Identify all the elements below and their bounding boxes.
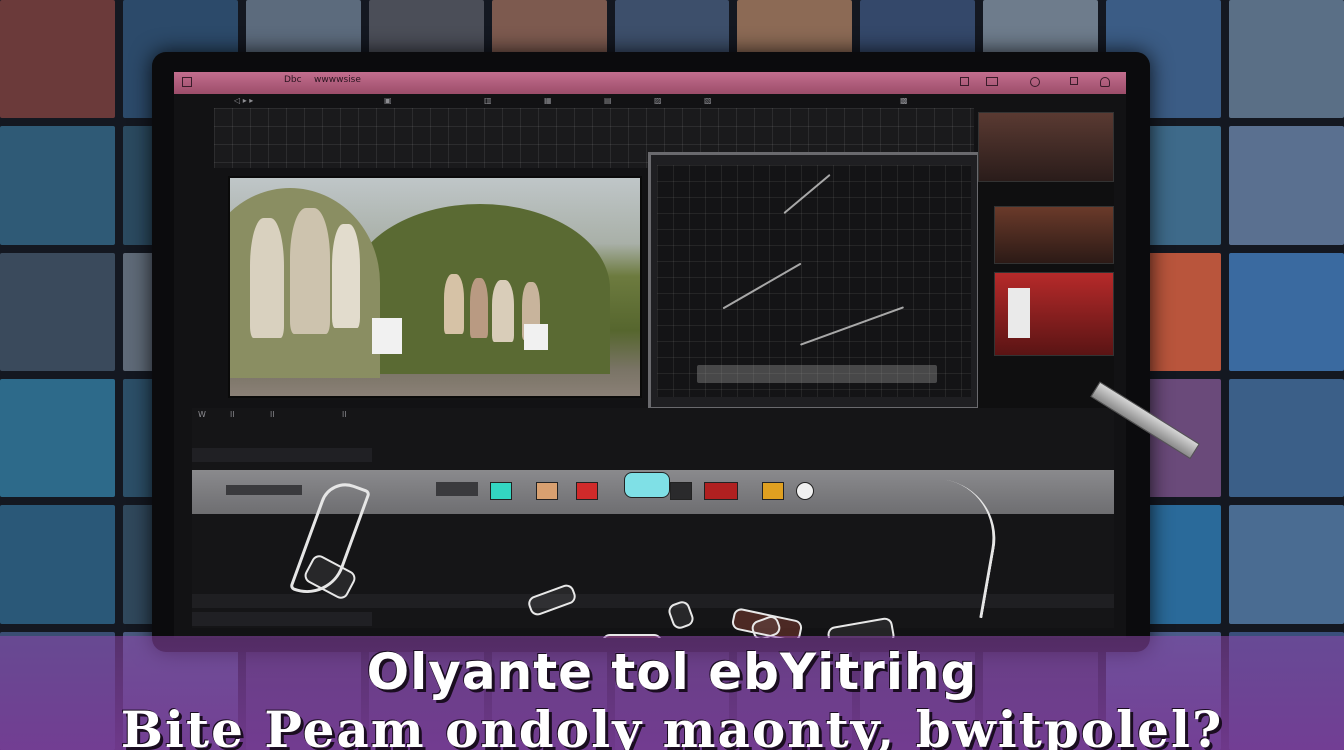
floating-preview-panel[interactable] xyxy=(648,152,980,410)
effect-icon[interactable]: ▧ xyxy=(704,96,712,105)
crop-icon[interactable]: ▦ xyxy=(544,96,552,105)
secondary-toolbar: ◁ ▸ ▸ ▣ ▥ ▦ ▤ ▨ ▧ ▩ xyxy=(174,94,1126,108)
tool-icon[interactable]: ▥ xyxy=(484,96,492,105)
menu-item-edit[interactable]: wwwwsise xyxy=(314,75,361,85)
floating-clip xyxy=(826,616,896,638)
motion-streak xyxy=(722,262,802,310)
floating-clip xyxy=(526,582,578,618)
text-icon[interactable]: ll xyxy=(230,410,234,419)
menu-item-file[interactable]: Dbc xyxy=(284,75,302,85)
figure xyxy=(470,278,488,338)
figure xyxy=(492,280,514,342)
media-bin xyxy=(978,112,1114,412)
figure xyxy=(290,208,330,334)
clip-block[interactable] xyxy=(436,482,478,496)
user-icon[interactable] xyxy=(1100,77,1110,87)
motion-streak xyxy=(799,306,905,346)
preview-grid xyxy=(657,165,971,397)
window-icon[interactable] xyxy=(960,77,969,86)
export-icon[interactable]: ▩ xyxy=(900,96,908,105)
wall-tile xyxy=(0,252,115,371)
clip-thumbnail[interactable] xyxy=(762,482,784,500)
motion-streak xyxy=(783,173,831,215)
title-bar: Dbc wwwwsise xyxy=(174,72,1126,94)
wheel-icon[interactable] xyxy=(1030,77,1040,87)
figure xyxy=(250,218,284,338)
marker-icon[interactable]: ▣ xyxy=(384,96,392,105)
app-icon[interactable] xyxy=(182,77,192,87)
sign-board xyxy=(524,324,548,350)
clip-thumbnail[interactable] xyxy=(576,482,598,500)
audio-icon[interactable]: ▨ xyxy=(654,96,662,105)
caption-line-1: Olyante tol ebYitrihg xyxy=(366,643,978,701)
video-editor-window: Dbc wwwwsise ◁ ▸ ▸ ▣ ▥ ▦ ▤ ▨ ▧ ▩ W ll ll… xyxy=(174,72,1126,638)
cursor-icon[interactable]: W xyxy=(198,410,206,419)
split-icon[interactable]: ▤ xyxy=(604,96,612,105)
motion-streak xyxy=(697,365,937,383)
wall-tile xyxy=(0,505,115,624)
figure xyxy=(444,274,464,334)
preview-viewer[interactable] xyxy=(228,176,642,398)
wall-tile xyxy=(1229,379,1344,498)
clip-thumbnail[interactable] xyxy=(536,482,558,500)
media-thumbnail[interactable] xyxy=(994,206,1114,264)
clip-thumbnail[interactable] xyxy=(704,482,738,500)
clip-thumbnail[interactable] xyxy=(796,482,814,500)
timeline-track[interactable] xyxy=(192,448,372,462)
wall-tile xyxy=(1229,0,1344,119)
wall-tile xyxy=(0,126,115,245)
monitor-icon[interactable] xyxy=(986,77,998,86)
play-icon[interactable]: ◁ ▸ ▸ xyxy=(234,96,253,105)
audio-track[interactable] xyxy=(192,612,372,626)
thumbnail-detail xyxy=(1008,288,1030,338)
clip-thumbnail[interactable] xyxy=(624,472,670,498)
crop-icon[interactable]: ll xyxy=(270,410,274,419)
audio-icon[interactable]: ll xyxy=(342,410,346,419)
track-label xyxy=(226,485,302,495)
sign-board xyxy=(372,318,402,354)
clip-thumbnail[interactable] xyxy=(670,482,692,500)
media-thumbnail[interactable] xyxy=(978,112,1114,182)
caption-line-2: Bite Peam ondoly maonty, bwitpolel? xyxy=(120,700,1224,750)
wall-tile xyxy=(1229,126,1344,245)
wall-tile xyxy=(0,379,115,498)
wall-tile xyxy=(1229,505,1344,624)
wall-tile xyxy=(0,0,115,119)
expand-icon[interactable] xyxy=(1070,77,1078,85)
image-frame: Dbc wwwwsise ◁ ▸ ▸ ▣ ▥ ▦ ▤ ▨ ▧ ▩ W ll ll… xyxy=(0,0,1344,750)
wall-tile xyxy=(1229,252,1344,371)
figure xyxy=(332,224,360,328)
clip-thumbnail[interactable] xyxy=(490,482,512,500)
